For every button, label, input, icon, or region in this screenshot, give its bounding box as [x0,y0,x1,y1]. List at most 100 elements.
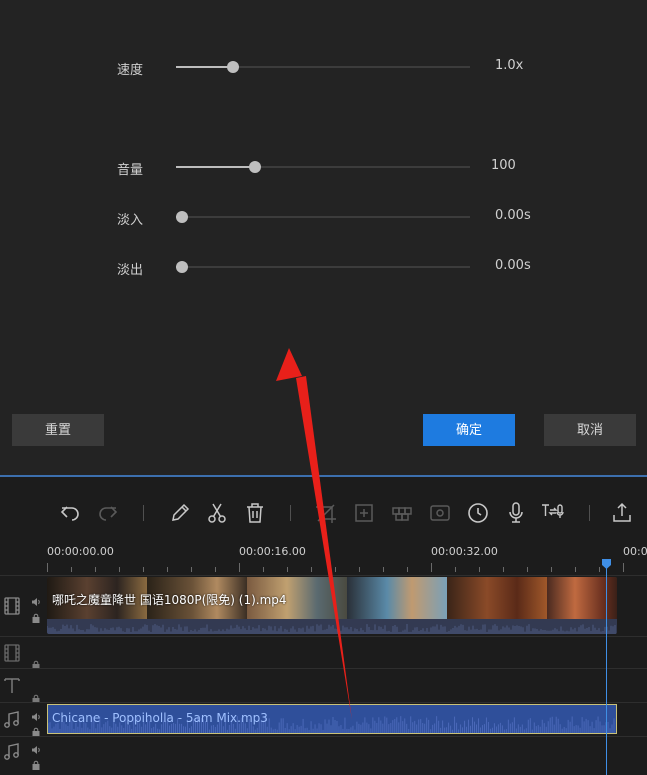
music-track-header [0,703,46,737]
film-icon [2,643,22,663]
ruler-tick [263,567,264,572]
text-to-speech-icon[interactable] [540,501,564,525]
film-icon [2,596,22,616]
ruler-label: 00:00 [623,545,647,558]
ruler-tick [167,567,168,572]
ruler-tick [503,567,504,572]
speed-value: 1.0x [495,58,524,73]
crop-icon[interactable] [314,501,338,525]
ruler-tick [551,567,552,572]
music-track-header [0,737,46,775]
redo-icon[interactable] [96,501,120,525]
speaker-icon[interactable] [31,740,41,754]
ruler-tick [575,567,576,572]
zoom-frame-icon[interactable] [352,501,376,525]
ruler-tick [479,567,480,572]
audio-clip[interactable]: Chicane - Poppiholla - 5am Mix.mp3 [47,704,617,734]
fade-in-row: 淡入 0.00s [0,202,647,232]
speed-slider-thumb[interactable] [226,61,239,73]
toolbar-separator [143,505,144,521]
video-clip[interactable]: 哪吒之魔童降世 国语1080P(限免) (1).mp4 [47,577,617,634]
clock-icon[interactable] [466,501,490,525]
ruler-tick [47,563,48,572]
fade-out-label: 淡出 [117,263,144,278]
overlay-track [0,636,647,670]
ruler-tick [407,567,408,572]
speaker-icon[interactable] [31,707,41,721]
lock-icon[interactable] [31,608,41,623]
reset-button[interactable]: 重置 [12,414,104,446]
music-track: Chicane - Poppiholla - 5am Mix.mp3 [0,702,647,737]
ruler-tick [527,567,528,572]
audio-clip-name: Chicane - Poppiholla - 5am Mix.mp3 [52,711,268,725]
speed-slider[interactable] [176,61,470,73]
lock-icon[interactable] [31,722,41,737]
ruler-tick [143,567,144,572]
toolbar-separator [589,505,590,521]
ruler-tick [431,563,432,572]
lock-icon[interactable] [31,689,41,704]
volume-label: 音量 [117,163,144,178]
ruler-tick [119,567,120,572]
ruler-tick [95,567,96,572]
fade-in-label: 淡入 [117,213,144,228]
music-note-icon [2,710,22,730]
music-note-icon [2,742,22,762]
ruler-tick [599,567,600,572]
editing-toolbar [0,477,647,539]
fade-out-slider[interactable] [176,261,470,273]
volume-value: 100 [491,158,516,173]
cancel-button[interactable]: 取消 [544,414,636,446]
ruler-tick [455,567,456,572]
speaker-icon[interactable] [31,769,41,775]
volume-slider[interactable] [176,161,470,173]
speed-label: 速度 [117,63,144,78]
speed-row: 速度 1.0x [0,52,647,82]
ruler-tick [191,567,192,572]
trash-icon[interactable] [243,501,267,525]
playhead-line[interactable] [606,561,607,775]
fade-out-slider-thumb[interactable] [176,261,188,273]
timeline-ruler[interactable]: 00:00:00.00 00:00:16.00 00:00:32.00 00:0… [0,539,647,575]
toolbar-separator [290,505,291,521]
ruler-label: 00:00:32.00 [431,545,498,558]
ruler-label: 00:00:16.00 [239,545,306,558]
volume-slider-thumb[interactable] [249,161,262,173]
speaker-icon[interactable] [31,592,41,606]
ruler-tick [239,563,240,572]
audio-settings-panel: 速度 1.0x 音量 100 淡入 0.00s 淡出 0.00s 重置 确定 取… [0,0,647,475]
mosaic-icon[interactable] [390,501,414,525]
text-track [0,668,647,704]
scissors-icon[interactable] [205,501,229,525]
ruler-tick [335,567,336,572]
ruler-tick [311,567,312,572]
video-thumbnail [347,577,447,619]
lock-icon[interactable] [31,755,41,770]
video-clip-name: 哪吒之魔童降世 国语1080P(限免) (1).mp4 [52,593,287,607]
ruler-tick [71,567,72,572]
lock-icon[interactable] [31,655,41,670]
video-track-header [0,576,46,636]
video-audio-waveform [47,619,617,634]
fade-in-slider[interactable] [176,211,470,223]
ruler-tick [215,567,216,572]
fade-in-value: 0.00s [495,208,531,223]
fade-in-slider-thumb[interactable] [176,211,188,223]
ruler-tick [359,567,360,572]
video-thumbnail [447,577,547,619]
microphone-icon[interactable] [504,501,528,525]
ruler-tick [287,567,288,572]
ruler-tick [383,567,384,572]
pencil-icon[interactable] [168,501,192,525]
text-track-header [0,669,46,704]
undo-icon[interactable] [58,501,82,525]
freeze-frame-icon[interactable] [428,501,452,525]
video-track: 哪吒之魔童降世 国语1080P(限免) (1).mp4 [0,575,647,636]
ruler-label: 00:00:00.00 [47,545,114,558]
volume-row: 音量 100 [0,152,647,182]
confirm-button[interactable]: 确定 [423,414,515,446]
speed-slider-fill [176,66,233,68]
volume-slider-fill [176,166,256,168]
export-icon[interactable] [610,501,634,525]
text-icon [2,675,22,695]
